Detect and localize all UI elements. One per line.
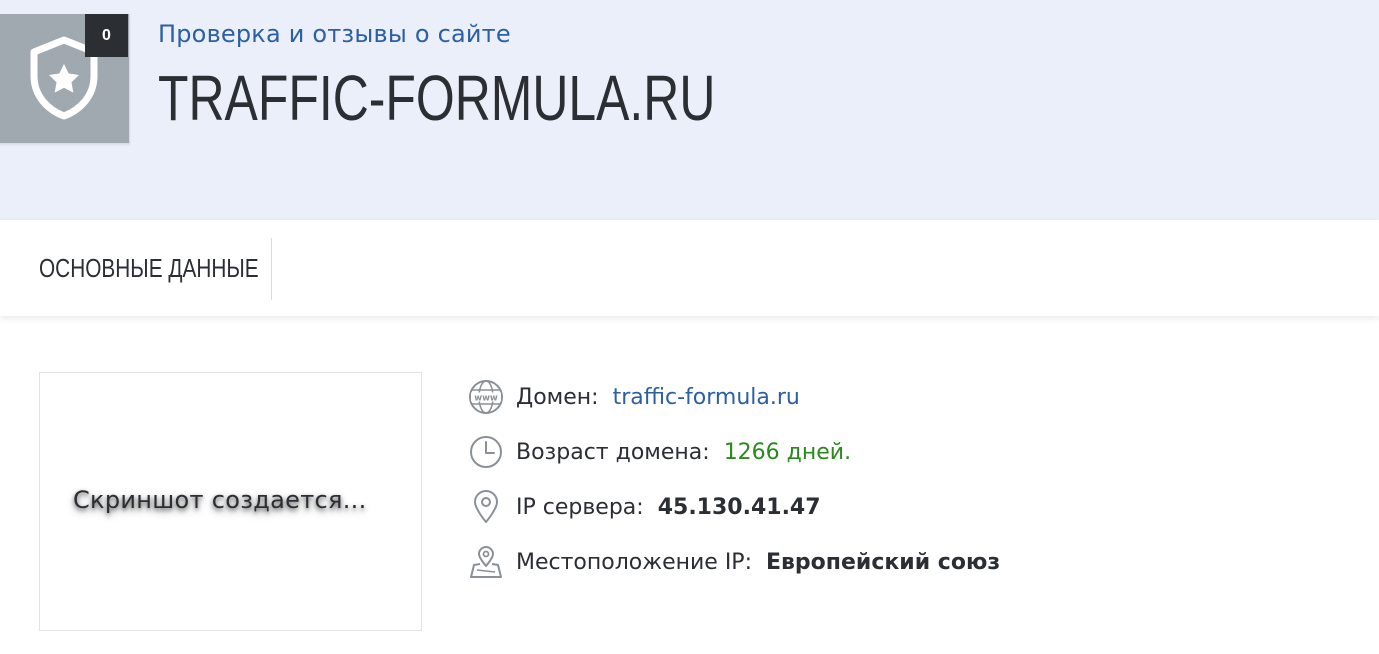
www-globe-icon: www bbox=[468, 379, 504, 415]
site-screenshot-placeholder: Скриншот создается... bbox=[39, 372, 422, 631]
screenshot-status-text: Скриншот создается... bbox=[73, 486, 367, 514]
location-pin-icon bbox=[468, 489, 504, 525]
domain-label: Домен: bbox=[516, 384, 599, 410]
page-title: TRAFFIC-FORMULA.RU bbox=[158, 62, 716, 134]
domain-age-value: 1266 дней. bbox=[723, 439, 852, 465]
domain-link[interactable]: traffic-formula.ru bbox=[613, 385, 800, 410]
site-header: 0 Проверка и отзывы о сайте TRAFFIC-FORM… bbox=[0, 0, 1379, 220]
map-pin-icon bbox=[468, 544, 504, 580]
ip-location-label: Местоположение IP: bbox=[516, 549, 752, 575]
server-ip-value: 45.130.41.47 bbox=[657, 494, 821, 520]
tab-main-data[interactable]: ОСНОВНЫЕ ДАННЫЕ bbox=[39, 220, 259, 316]
page-subtitle: Проверка и отзывы о сайте bbox=[158, 20, 511, 48]
domain-age-label: Возраст домена: bbox=[516, 439, 710, 465]
domain-age-row: Возраст домена: 1266 дней. bbox=[468, 432, 851, 472]
tab-bar: ОСНОВНЫЕ ДАННЫЕ bbox=[0, 220, 1379, 316]
ip-location-row: Местоположение IP: Европейский союз bbox=[468, 542, 1000, 582]
clock-icon bbox=[468, 434, 504, 470]
svg-text:www: www bbox=[474, 394, 498, 404]
tab-divider bbox=[271, 238, 272, 300]
domain-row: www Домен: traffic-formula.ru bbox=[468, 377, 800, 417]
review-count-badge: 0 bbox=[85, 14, 128, 57]
server-ip-row: IP сервера: 45.130.41.47 bbox=[468, 487, 821, 527]
server-ip-label: IP сервера: bbox=[516, 494, 644, 520]
ip-location-value: Европейский союз bbox=[765, 549, 1001, 575]
